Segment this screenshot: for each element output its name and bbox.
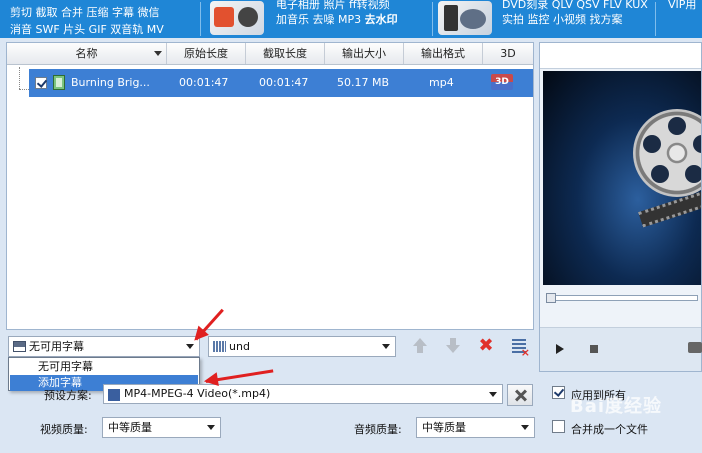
row-cut-length: 00:01:47 [259,76,309,89]
preset-label: 预设方案: [44,389,92,402]
snapshot-camera-icon[interactable] [688,342,702,353]
apply-all-checkbox[interactable] [552,386,565,399]
promo-separator [200,2,201,36]
promo-separator [432,2,433,36]
video-quality-label: 视频质量: [40,423,88,436]
subtitle-select[interactable]: 无可用字幕 [8,336,200,357]
clear-list-icon[interactable] [512,339,530,359]
film-reel-icon [633,109,701,197]
promo-edit-tools[interactable]: 剪切 截取 合并 压缩 字幕 微信 消音 SWF 片头 GIF 双音轨 MV [10,0,195,38]
column-header-cut-length[interactable]: 截取长度 [246,43,325,64]
video-quality-value: 中等质量 [108,421,152,434]
preset-select-value: MP4-MPEG-4 Video(*.mp4) [124,387,271,400]
move-down-icon[interactable] [443,336,463,356]
column-header-original-length[interactable]: 原始长度 [167,43,246,64]
audio-quality-label: 音频质量: [354,423,402,436]
merge-files-label: 合并成一个文件 [571,423,648,436]
promo-album-tools[interactable]: 电子相册 照片 ff转视频 加音乐 去噪 MP3 去水印 [276,0,426,38]
3d-setting-icon[interactable]: 3D [491,74,513,90]
seek-slider-thumb[interactable] [546,293,556,303]
audio-quality-select[interactable]: 中等质量 [416,417,535,438]
stop-icon[interactable] [590,345,598,353]
tree-line [19,67,20,89]
promo-dvd-tools-line2: 实拍 监控 小视频 找方案 [502,13,623,26]
table-row[interactable]: Burning Brig... 00:01:47 00:01:47 50.17 … [29,69,533,97]
subtitle-icon [13,341,26,352]
column-header-output-size[interactable]: 输出大小 [325,43,404,64]
row-original-length: 00:01:47 [179,76,229,89]
seek-slider[interactable] [546,295,698,301]
video-format-icon [108,389,120,401]
promo-vip-line1: VIP用 [668,0,697,11]
baidu-watermark: Bai度经验 [570,396,663,417]
move-up-icon[interactable] [410,336,430,356]
audio-track-select[interactable]: und [208,336,396,357]
delete-icon[interactable]: ✖ [476,336,496,356]
column-header-name-label: 名称 [75,47,98,60]
photo-album-icon[interactable] [210,1,264,35]
preset-select[interactable]: MP4-MPEG-4 Video(*.mp4) [103,384,503,404]
promo-album-tools-line2-normal: 加音乐 去噪 MP3 [276,13,365,26]
file-list-header: 名称 原始长度 截取长度 输出大小 输出格式 3D [7,43,533,65]
column-header-name[interactable]: 名称 [7,43,167,64]
row-output-size: 50.17 MB [337,76,390,89]
merge-files-checkbox[interactable] [552,420,565,433]
promo-dvd-tools[interactable]: DVD刻录 QLV QSV FLV KUX 实拍 监控 小视频 找方案 [502,0,652,38]
audio-track-icon [213,341,226,352]
row-output-format: mp4 [429,76,454,89]
sort-arrow-icon [154,51,162,56]
promo-album-tools-line2-bold: 去水印 [364,13,398,26]
preview-toolbar [540,43,701,69]
chevron-down-icon [382,344,390,349]
promo-edit-tools-line1: 剪切 截取 合并 压缩 字幕 微信 [10,6,160,19]
dvd-phone-icon[interactable] [438,1,492,35]
chevron-down-icon [186,344,194,349]
promo-bar: 剪切 截取 合并 压缩 字幕 微信 消音 SWF 片头 GIF 双音轨 MV 电… [0,0,702,38]
audio-track-value: und [229,340,250,353]
video-file-icon [53,75,65,90]
subtitle-select-value: 无可用字幕 [29,340,84,353]
dropdown-item-no-subtitle[interactable]: 无可用字幕 [10,359,198,375]
row-name: Burning Brig... [71,76,150,89]
audio-quality-value: 中等质量 [422,421,466,434]
row-checkbox[interactable] [35,77,47,89]
player-controls [540,327,702,371]
promo-vip[interactable]: VIP用 [668,0,702,38]
chevron-down-icon [521,425,529,430]
chevron-down-icon [207,425,215,430]
play-icon[interactable] [556,344,564,354]
preset-settings-button[interactable] [507,384,533,406]
column-header-3d[interactable]: 3D [483,43,533,64]
preview-panel [539,42,702,372]
video-preview-screen [543,71,701,285]
file-list-panel: 名称 原始长度 截取长度 输出大小 输出格式 3D Burning Brig..… [6,42,534,330]
subtitle-audio-bar: 无可用字幕 und ✖ [6,334,534,359]
promo-edit-tools-line2: 消音 SWF 片头 GIF 双音轨 MV [10,23,164,36]
promo-album-tools-line2: 加音乐 去噪 MP3 去水印 [276,11,398,27]
column-header-output-format[interactable]: 输出格式 [404,43,483,64]
promo-separator [655,2,656,36]
chevron-down-icon [489,392,497,397]
tree-line [19,89,29,90]
video-quality-select[interactable]: 中等质量 [102,417,221,438]
